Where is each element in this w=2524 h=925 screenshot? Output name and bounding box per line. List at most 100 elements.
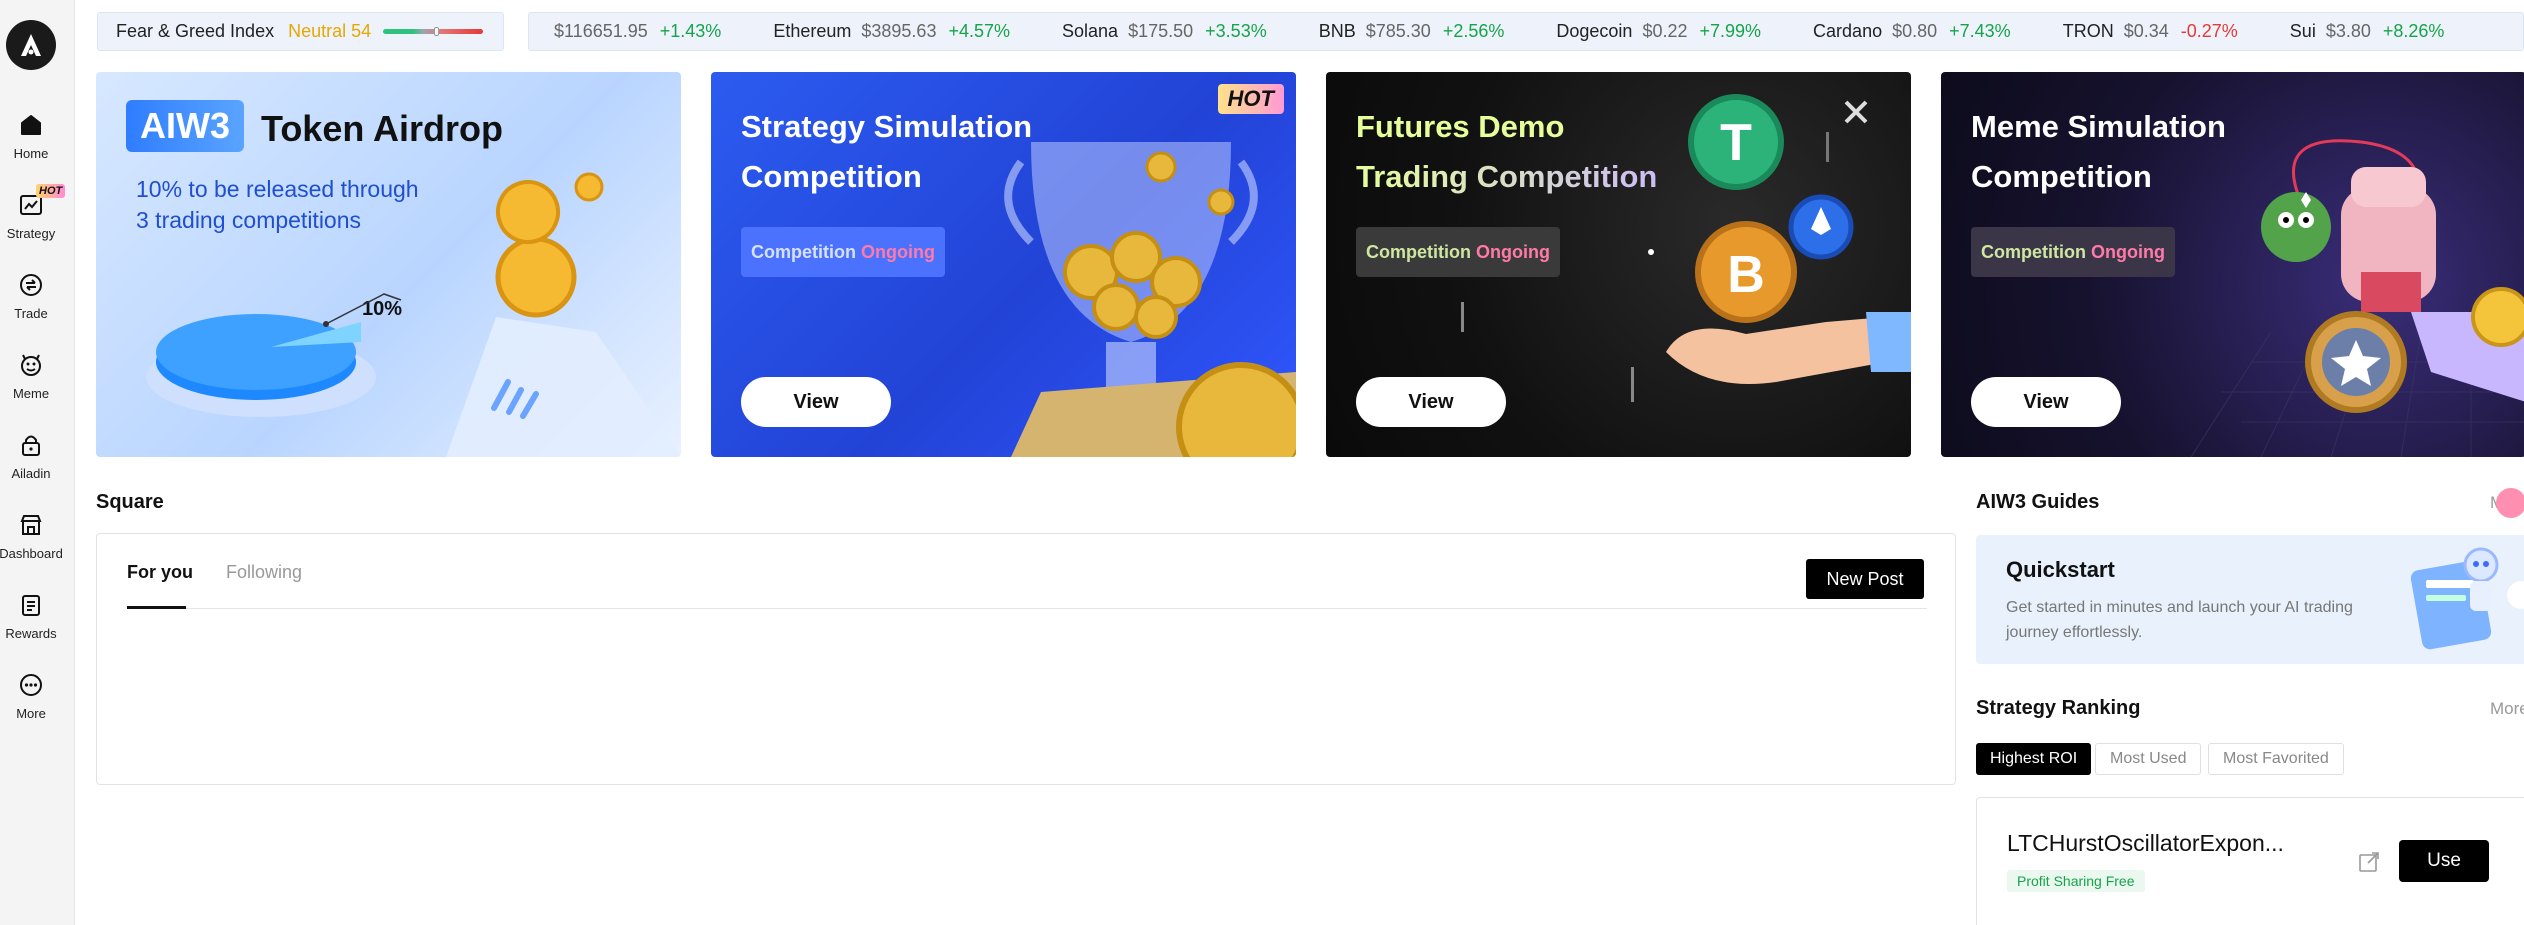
strategy-ranking-title: Strategy Ranking — [1976, 697, 2141, 719]
svg-text:B: B — [1727, 246, 1765, 304]
ticker-change: +2.56% — [1442, 21, 1505, 41]
quickstart-card[interactable]: Quickstart Get started in minutes and la… — [1976, 535, 2524, 664]
tab-following[interactable]: Following — [226, 562, 302, 583]
external-link-icon[interactable] — [2357, 850, 2381, 874]
badge-status: Ongoing — [2091, 241, 2165, 262]
ticker-price: $0.34 — [2123, 21, 2169, 41]
ticker-change: +7.99% — [1699, 21, 1762, 41]
home-icon — [16, 110, 46, 140]
sidebar-item-label: Trade — [14, 306, 48, 321]
logo-mark-icon — [21, 34, 41, 56]
quickstart-description: Get started in minutes and launch your A… — [2006, 599, 2353, 641]
sidebar-item-label: Home — [13, 146, 49, 161]
ticker-name: Dogecoin — [1556, 21, 1633, 41]
tab-for-you[interactable]: For you — [127, 562, 193, 583]
ticker-change: -0.27% — [2180, 21, 2238, 41]
ticker-price: $116651.95 — [554, 21, 648, 41]
profit-sharing-badge: Profit Sharing Free — [2007, 870, 2145, 892]
guides-title: AIW3 Guides — [1976, 491, 2100, 513]
hot-badge: HOT — [36, 184, 66, 198]
more-icon — [16, 670, 46, 700]
sidebar-item-label: More — [16, 706, 46, 721]
ticker-name: Sui — [2289, 21, 2316, 41]
badge-status: Ongoing — [1476, 241, 1550, 262]
sidebar-item-strategy[interactable]: HOT Strategy — [0, 184, 66, 254]
meme-icon — [16, 350, 46, 380]
sidebar-item-label: Meme — [12, 386, 50, 401]
sidebar-item-dashboard[interactable]: Dashboard — [0, 510, 63, 574]
sidebar-item-trade[interactable]: Trade — [0, 270, 62, 334]
ticker-price: $3.80 — [2325, 21, 2371, 41]
ticker-price: $175.50 — [1128, 21, 1194, 41]
ticker-item[interactable]: Sui $3.80 +8.26% — [2290, 21, 2445, 42]
ticker-price: $3895.63 — [861, 21, 937, 41]
tab-most-favorited[interactable]: Most Favorited — [2208, 743, 2344, 775]
store-icon — [16, 510, 46, 540]
ticker-change: +8.26% — [2382, 21, 2445, 41]
ticker-name: Solana — [1062, 21, 1119, 41]
ticker-name: BNB — [1318, 21, 1356, 41]
robot-dashboard-icon — [2410, 547, 2524, 650]
sidebar-item-label: Ailadin — [11, 466, 51, 481]
competition-status-badge: Competition Ongoing — [1356, 227, 1560, 277]
meme-competition-banner[interactable]: Meme Simulation Competition Competition … — [1941, 72, 2524, 457]
view-button[interactable]: View — [1971, 377, 2121, 427]
fear-greed-widget[interactable]: Fear & Greed Index Neutral 54 — [97, 12, 504, 51]
floating-avatar-icon[interactable] — [2496, 488, 2524, 518]
ticker-change: +3.53% — [1205, 21, 1267, 41]
futures-competition-banner[interactable]: T B Futures Demo Trading Competition Com… — [1326, 72, 1911, 457]
ticker-change: +4.57% — [948, 21, 1011, 41]
ticker-item[interactable]: Ethereum $3895.63 +4.57% — [773, 21, 1010, 42]
fear-greed-title: Fear & Greed Index — [116, 21, 275, 41]
strategy-competition-banner[interactable]: Strategy Simulation Competition HOT Comp… — [711, 72, 1296, 457]
sidebar-item-rewards[interactable]: Rewards — [0, 590, 62, 654]
badge-status: Ongoing — [861, 241, 935, 262]
ticker-price: $0.22 — [1642, 21, 1688, 41]
fear-greed-knob — [434, 27, 440, 36]
ticker-item[interactable]: BNB $785.30 +2.56% — [1319, 21, 1505, 42]
badge-label: Competition — [751, 241, 856, 262]
sidebar-item-label: Dashboard — [0, 546, 63, 561]
view-button[interactable]: View — [1356, 377, 1506, 427]
clipboard-icon — [16, 590, 46, 620]
futures-title-line-2: Trading Competition — [1356, 152, 1686, 202]
ticker-item[interactable]: Solana $175.50 +3.53% — [1062, 21, 1267, 42]
ticker-price: $785.30 — [1365, 21, 1431, 41]
ticker-item[interactable]: Cardano $0.80 +7.43% — [1813, 21, 2011, 42]
competition-status-badge: Competition Ongoing — [1971, 227, 2175, 277]
logo[interactable] — [6, 20, 56, 70]
use-button[interactable]: Use — [2399, 840, 2489, 882]
ranking-more-link[interactable]: More — [2490, 699, 2524, 719]
ticker-item[interactable]: $116651.95 +1.43% — [544, 21, 721, 42]
badge-label: Competition — [1981, 241, 2086, 262]
airdrop-banner[interactable]: AIW3 Token Airdrop 10% to be released th… — [96, 72, 681, 457]
sidebar: Home HOT Strategy Trade Meme Ailadin Das… — [0, 0, 75, 925]
sidebar-item-ailadin[interactable]: Ailadin — [0, 430, 62, 494]
strategy-card[interactable]: LTCHurstOscillatorExpon... Profit Sharin… — [1976, 797, 2524, 925]
hot-badge: HOT — [1217, 84, 1284, 114]
sidebar-item-meme[interactable]: Meme — [0, 350, 62, 414]
tab-highest-roi[interactable]: Highest ROI — [1976, 743, 2092, 775]
square-feed: For you Following New Post — [96, 533, 1956, 785]
sidebar-item-label: Rewards — [5, 626, 57, 641]
sidebar-item-label: Strategy — [6, 226, 56, 241]
strategy-banner-title: Strategy Simulation Competition — [741, 109, 1033, 194]
tab-most-used[interactable]: Most Used — [2095, 743, 2202, 775]
sidebar-item-more[interactable]: More — [0, 670, 62, 734]
fear-greed-gauge — [383, 27, 484, 36]
new-post-button[interactable]: New Post — [1806, 559, 1924, 599]
ticker-name: Ethereum — [773, 21, 852, 41]
swap-icon — [16, 270, 46, 300]
square-title: Square — [96, 491, 164, 513]
ticker-change: +1.43% — [659, 21, 722, 41]
ticker-item[interactable]: TRON $0.34 -0.27% — [2063, 21, 2238, 42]
view-button[interactable]: View — [741, 377, 891, 427]
meme-banner-title: Meme Simulation Competition — [1971, 109, 2226, 194]
lock-icon — [16, 430, 46, 460]
tab-divider — [127, 608, 1927, 609]
quickstart-title: Quickstart — [2006, 557, 2115, 582]
ticker-item[interactable]: Dogecoin $0.22 +7.99% — [1556, 21, 1761, 42]
sidebar-item-home[interactable]: Home — [0, 110, 62, 174]
ticker-name: TRON — [2062, 21, 2114, 41]
ticker-name: Cardano — [1813, 21, 1883, 41]
